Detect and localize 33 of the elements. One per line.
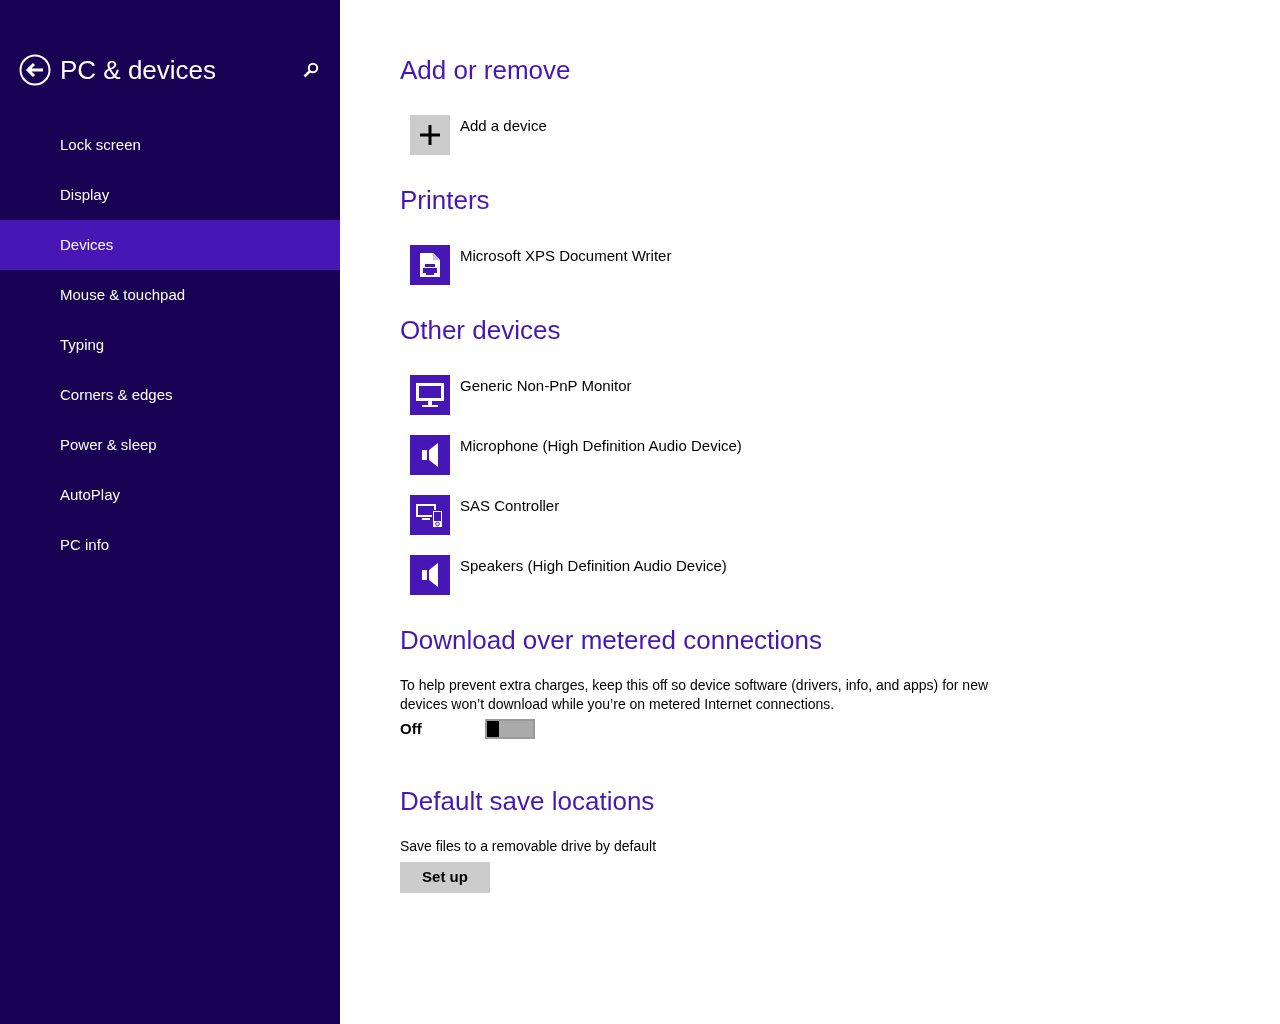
sidebar-item[interactable]: PC info: [0, 520, 340, 570]
device-item[interactable]: SAS Controller: [410, 495, 1280, 535]
sidebar-item[interactable]: Devices: [0, 220, 340, 270]
back-button[interactable]: [19, 54, 51, 86]
device-item[interactable]: Add a device: [410, 115, 1280, 155]
speaker-icon: [410, 435, 450, 475]
section-heading: Printers: [400, 184, 491, 217]
set-up-button[interactable]: Set up: [400, 862, 490, 893]
sidebar-item[interactable]: Power & sleep: [0, 420, 340, 470]
sidebar-item[interactable]: AutoPlay: [0, 470, 340, 520]
sidebar-item[interactable]: Mouse & touchpad: [0, 270, 340, 320]
section-heading: Other devices: [400, 314, 562, 347]
section-heading: Download over metered connections: [400, 624, 824, 657]
section-heading: Add or remove: [400, 54, 572, 87]
sidebar-item[interactable]: Display: [0, 170, 340, 220]
sidebar-title: PC & devices: [60, 53, 218, 87]
sidebar-item[interactable]: Lock screen: [0, 120, 340, 170]
plus-icon: [410, 115, 450, 155]
sidebar-item[interactable]: Corners & edges: [0, 370, 340, 420]
toggle-switch[interactable]: [485, 719, 535, 739]
section-heading: Default save locations: [400, 785, 656, 818]
speaker-icon: [410, 555, 450, 595]
description-text: Save files to a removable drive by default: [400, 837, 658, 856]
device-item[interactable]: Microphone (High Definition Audio Device): [410, 435, 1280, 475]
device-item[interactable]: Generic Non-PnP Monitor: [410, 375, 1280, 415]
device-item[interactable]: Speakers (High Definition Audio Device): [410, 555, 1280, 595]
computer-and-phone-icon: [410, 495, 450, 535]
monitor-icon: [410, 375, 450, 415]
description-text: To help prevent extra charges, keep this off so device software (drivers, info, and apps) for new devices won’t download while you’re on metered Internet connections.: [400, 676, 990, 714]
toggle-state-label: Off: [400, 718, 423, 739]
printer-document-icon: [410, 245, 450, 285]
device-item[interactable]: Microsoft XPS Document Writer: [410, 245, 1280, 285]
sidebar-item[interactable]: Typing: [0, 320, 340, 370]
